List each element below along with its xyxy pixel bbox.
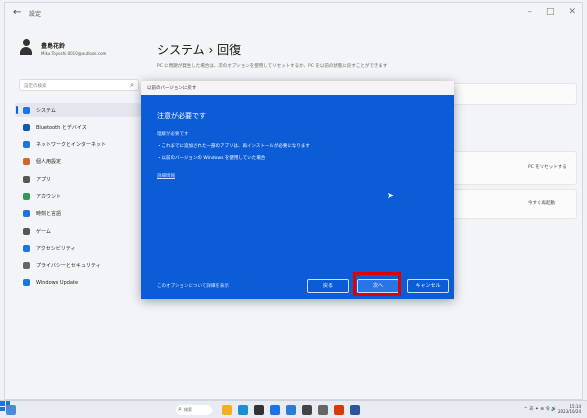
personalization-icon xyxy=(23,158,30,166)
store-icon[interactable] xyxy=(254,405,264,415)
dialog-caption: 以前のバージョンに戻す xyxy=(147,86,197,91)
sidebar-item-label: プライバシーとセキュリティ xyxy=(36,263,101,270)
system-icon xyxy=(23,106,30,114)
mail-icon[interactable] xyxy=(270,405,280,415)
taskbar-search[interactable]: 検索 xyxy=(176,404,212,415)
minimize-button[interactable]: – xyxy=(527,7,532,17)
privacy-icon xyxy=(23,262,30,270)
sidebar-item[interactable]: 時刻と言語 xyxy=(15,207,141,221)
go-back-dialog: 以前のバージョンに戻す 注意が必要です 理解が必要です ・これまでに追加された一… xyxy=(141,81,454,299)
next-button[interactable]: 次へ xyxy=(357,279,399,293)
cancel-button[interactable]: キャンセル xyxy=(407,279,449,293)
taskbar: 検索 ^ あ ✦ ⊕ 令 🔊 15:14 2023/10/24 xyxy=(0,400,587,418)
sidebar-item[interactable]: アクセシビリティ xyxy=(15,241,141,255)
dialog-bullet: ・これまでに追加された一部のアプリは、再インストールが必要になります xyxy=(157,144,310,149)
clock[interactable]: 15:14 2023/10/24 xyxy=(558,404,581,414)
avatar xyxy=(19,39,33,57)
back-arrow-icon[interactable]: ← xyxy=(13,7,21,18)
accounts-icon xyxy=(23,192,30,200)
maximize-button[interactable]: □ xyxy=(546,7,555,17)
sidebar-item[interactable]: プライバシーとセキュリティ xyxy=(15,259,141,273)
dialog-more-info-link[interactable]: 詳細情報 xyxy=(157,173,175,179)
windows-update-icon xyxy=(23,279,30,287)
system-tray[interactable]: ^ あ ✦ ⊕ 令 🔊 xyxy=(524,406,557,412)
restart-now-label[interactable]: 今すぐ再起動 xyxy=(528,200,555,206)
sidebar-item-label: ゲーム xyxy=(36,228,51,235)
profile[interactable]: 豊島花鈴 Miku.Toyoshi.0010@outlook.com xyxy=(19,39,106,57)
page-description: PC に問題が発生した場合は、次のオプションを使用してリセットするか、PC を以… xyxy=(157,64,388,69)
dialog-subheading: 理解が必要です xyxy=(157,132,189,137)
sidebar-item-label: 個人用設定 xyxy=(36,159,62,166)
avatar-body xyxy=(20,47,32,55)
dialog-caption-bar: 以前のバージョンに戻す xyxy=(141,81,454,95)
dialog-bullet: ・以前のバージョンの Windows を使用していた場合 xyxy=(157,156,266,161)
sidebar-nav: システム Bluetooth とデバイスネットワークとインターネット 個人用設定アプ… xyxy=(15,103,141,293)
title-bar: ← 設定 – □ ✕ xyxy=(5,3,582,25)
photos-icon[interactable] xyxy=(286,405,296,415)
dialog-heading: 注意が必要です xyxy=(157,112,206,120)
search-icon: ⌕ xyxy=(130,81,134,89)
edge-icon[interactable] xyxy=(238,405,248,415)
avatar-head xyxy=(23,39,30,46)
terminal-icon[interactable] xyxy=(302,405,312,415)
app-title: 設定 xyxy=(29,11,42,18)
sidebar-item[interactable]: アカウント xyxy=(15,189,141,203)
office-icon[interactable] xyxy=(334,405,344,415)
network-icon xyxy=(23,141,30,149)
widgets-icon[interactable] xyxy=(6,405,16,415)
sidebar-item[interactable]: ゲーム xyxy=(15,224,141,238)
sidebar-item-label: アクセシビリティ xyxy=(36,245,76,252)
profile-text: 豊島花鈴 Miku.Toyoshi.0010@outlook.com xyxy=(41,41,106,56)
sidebar-item-label: ネットワークとインターネット xyxy=(36,142,107,149)
dialog-footer-link[interactable]: このオプションについて詳細を表示 xyxy=(157,283,229,289)
bluetooth-icon xyxy=(23,123,30,131)
profile-email: Miku.Toyoshi.0010@outlook.com xyxy=(41,50,107,56)
sidebar-item-label: アプリ xyxy=(36,176,52,183)
profile-name: 豊島花鈴 xyxy=(41,42,66,50)
apps-icon xyxy=(23,175,30,183)
word-icon[interactable] xyxy=(350,405,360,415)
sidebar-item[interactable]: Bluetooth とデバイス xyxy=(15,120,141,134)
window-controls: – □ ✕ xyxy=(527,7,576,17)
sidebar-item-label: システム xyxy=(36,107,56,114)
sidebar-item-label: Windows Update xyxy=(36,279,79,286)
search-placeholder: 設定の検索 xyxy=(24,84,47,89)
sidebar-item[interactable]: 個人用設定 xyxy=(15,155,141,169)
sidebar-item[interactable]: ネットワークとインターネット xyxy=(15,138,141,152)
clock-date: 2023/10/24 xyxy=(557,409,581,414)
sidebar-item[interactable]: アプリ xyxy=(15,172,141,186)
gaming-icon xyxy=(23,227,30,235)
sidebar-item-label: アカウント xyxy=(36,193,62,200)
settings-icon[interactable] xyxy=(318,405,328,415)
sidebar-item-label: 時刻と言語 xyxy=(36,211,62,218)
settings-search-input[interactable]: 設定の検索 ⌕ xyxy=(19,79,139,91)
sidebar-item-label: Bluetooth とデバイス xyxy=(36,124,87,131)
file-explorer-icon[interactable] xyxy=(222,405,232,415)
reset-pc-label[interactable]: PC をリセットする xyxy=(528,164,567,170)
time-language-icon xyxy=(23,210,30,218)
accessibility-icon xyxy=(23,244,30,252)
sidebar-item[interactable]: システム xyxy=(15,103,141,117)
close-button[interactable]: ✕ xyxy=(568,7,576,17)
back-button[interactable]: 戻る xyxy=(307,279,349,293)
mouse-pointer-icon: ➤ xyxy=(387,191,394,200)
page-title: システム › 回復 xyxy=(157,43,242,57)
sidebar-item[interactable]: Windows Update xyxy=(15,276,141,290)
